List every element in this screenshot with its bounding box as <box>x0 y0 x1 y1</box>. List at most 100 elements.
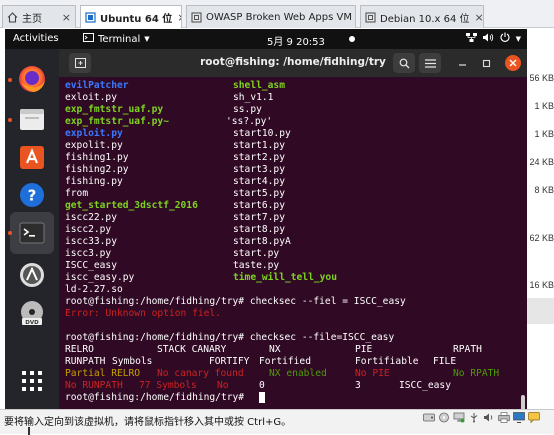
minimize-button[interactable] <box>455 56 469 70</box>
svg-text:DVD: DVD <box>25 320 39 326</box>
listing-left: evilPatcher <box>65 80 129 91</box>
printer-icon[interactable] <box>498 412 510 426</box>
close-window-button[interactable] <box>505 55 521 71</box>
activities-button[interactable]: Activities <box>13 33 59 44</box>
command-prompt: root@fishing:/home/fidhing/try# <box>65 392 245 403</box>
listing-left: ISCC_easy <box>65 260 117 271</box>
listing-right: shell_asm <box>233 80 285 91</box>
checksec-header: RPATH <box>453 344 482 355</box>
file-size: 16 KB <box>529 280 554 290</box>
harddisk-icon[interactable] <box>423 412 435 426</box>
app-menu[interactable]: Terminal ▼ <box>83 33 150 45</box>
vm-icon <box>85 11 96 23</box>
tab-label: Ubuntu 64 位 <box>100 13 173 25</box>
tab-home[interactable]: 主页 × <box>2 5 76 28</box>
listing-right: start5.py <box>233 188 285 199</box>
listing-left: fishing1.py <box>65 152 129 163</box>
terminal-icon[interactable] <box>16 217 48 249</box>
text-cursor <box>259 392 265 403</box>
terminal-window[interactable]: root@fishing: /home/fidhing/try evilPatc… <box>59 49 527 409</box>
hamburger-menu-button[interactable] <box>419 53 441 73</box>
clock[interactable]: 5月 9 20:53 <box>267 33 325 48</box>
checksec-header: RELRO <box>65 344 94 355</box>
listing-left: fishing.py <box>65 176 123 187</box>
files-icon[interactable] <box>16 103 48 135</box>
file-size: 8 KB <box>534 185 554 195</box>
tab-label: Debian 10.x 64 位 <box>380 13 470 25</box>
home-icon <box>7 11 18 23</box>
listing-right: start2.py <box>233 152 285 163</box>
tab-ubuntu[interactable]: Ubuntu 64 位 × <box>80 5 182 28</box>
caret-down-icon: ▼ <box>515 34 521 43</box>
listing-right: start8.pyA <box>233 236 291 247</box>
status-message: 要将输入定向到该虚拟机，请将鼠标指针移入其中或按 Ctrl+G。 <box>4 417 292 428</box>
checksec-header: NX <box>269 344 281 355</box>
help-icon[interactable]: ? <box>16 179 48 211</box>
sound-icon[interactable] <box>483 412 495 426</box>
terminal-scrollbar[interactable] <box>521 395 525 409</box>
listing-right: start3.py <box>233 164 285 175</box>
checksec-value: ISCC_easy <box>399 380 451 391</box>
running-indicator <box>8 118 12 122</box>
checksec-value: No PIE <box>355 368 390 379</box>
app-grid-icon[interactable] <box>16 365 48 397</box>
message-icon[interactable] <box>528 412 540 426</box>
terminal-output[interactable]: evilPatcher shell_asm exloit.py sh_v1.1 … <box>59 77 527 409</box>
listing-right: time_will_tell_you <box>233 272 337 283</box>
checksec-header: FILE <box>433 356 457 367</box>
usb-icon[interactable] <box>468 412 480 426</box>
checksec-value: No RUNPATH <box>65 380 123 391</box>
listing-left: iscc_easy.py <box>65 272 135 283</box>
terminal-small-icon <box>83 33 94 45</box>
listing-right: start.py <box>233 248 280 259</box>
listing-left: exloit.py <box>65 92 117 103</box>
updater-icon[interactable] <box>16 259 48 291</box>
listing-left: exp_fmtstr_uaf.py~ <box>65 116 169 127</box>
svg-text:?: ? <box>28 187 37 205</box>
listing-left: get_started_3dsctf_2016 <box>65 200 198 211</box>
close-icon[interactable]: × <box>172 11 181 24</box>
firefox-icon[interactable] <box>16 63 48 95</box>
notification-dot <box>349 36 355 42</box>
listing-right: taste.py <box>233 260 280 271</box>
dvd-icon[interactable]: DVD <box>16 297 48 329</box>
close-icon[interactable]: × <box>470 11 483 24</box>
software-icon[interactable] <box>16 141 48 173</box>
listing-right: start8.py <box>233 224 285 235</box>
search-button[interactable] <box>393 53 415 73</box>
vm-screen[interactable]: Activities Terminal ▼ 5月 9 20:53 ▼ ? DVD… <box>5 29 527 409</box>
close-icon[interactable]: × <box>57 11 71 24</box>
app-menu-label: Terminal <box>98 33 141 45</box>
vmware-status-bar: 要将输入定向到该虚拟机，请将鼠标指针移入其中或按 Ctrl+G。 <box>0 409 554 435</box>
listing-left: iscc2.py <box>65 224 112 235</box>
dock: ? DVD <box>5 49 59 409</box>
file-size: 56 KB <box>529 73 554 83</box>
selected-row-highlight <box>524 298 554 324</box>
display-icon[interactable] <box>513 412 525 426</box>
listing-right: sh_v1.1 <box>233 92 274 103</box>
checksec-header: Symbols <box>112 356 153 367</box>
listing-left: fishing2.py <box>65 164 129 175</box>
file-size: 1 KB <box>534 129 554 139</box>
checksec-value: Partial RELRO <box>65 368 141 379</box>
listing-left: exploit.py <box>65 128 123 139</box>
vm-icon <box>191 11 202 23</box>
listing-left: iscc33.py <box>65 236 117 247</box>
checksec-value: No <box>217 380 229 391</box>
gnome-top-bar: Activities Terminal ▼ 5月 9 20:53 ▼ <box>5 29 527 49</box>
tab-label: 主页 <box>22 13 42 25</box>
listing-left: from <box>65 188 89 199</box>
file-size: 1 KB <box>534 101 554 111</box>
tab-owasp[interactable]: OWASP Broken Web Apps VM v... × <box>186 5 356 28</box>
cdrom-icon[interactable] <box>438 412 450 426</box>
listing-right: 'ss?.py' <box>226 116 273 127</box>
network-adapter-icon[interactable] <box>453 412 465 426</box>
tab-debian[interactable]: Debian 10.x 64 位 × <box>360 5 484 28</box>
checksec-header: Fortifiable <box>355 356 419 367</box>
status-icons <box>423 412 540 426</box>
checksec-value: 0 <box>259 380 265 391</box>
listing-left: iscc22.py <box>65 212 117 223</box>
system-menu[interactable]: ▼ <box>465 32 521 45</box>
maximize-button[interactable] <box>479 56 493 70</box>
listing-right: start6.py <box>233 200 285 211</box>
